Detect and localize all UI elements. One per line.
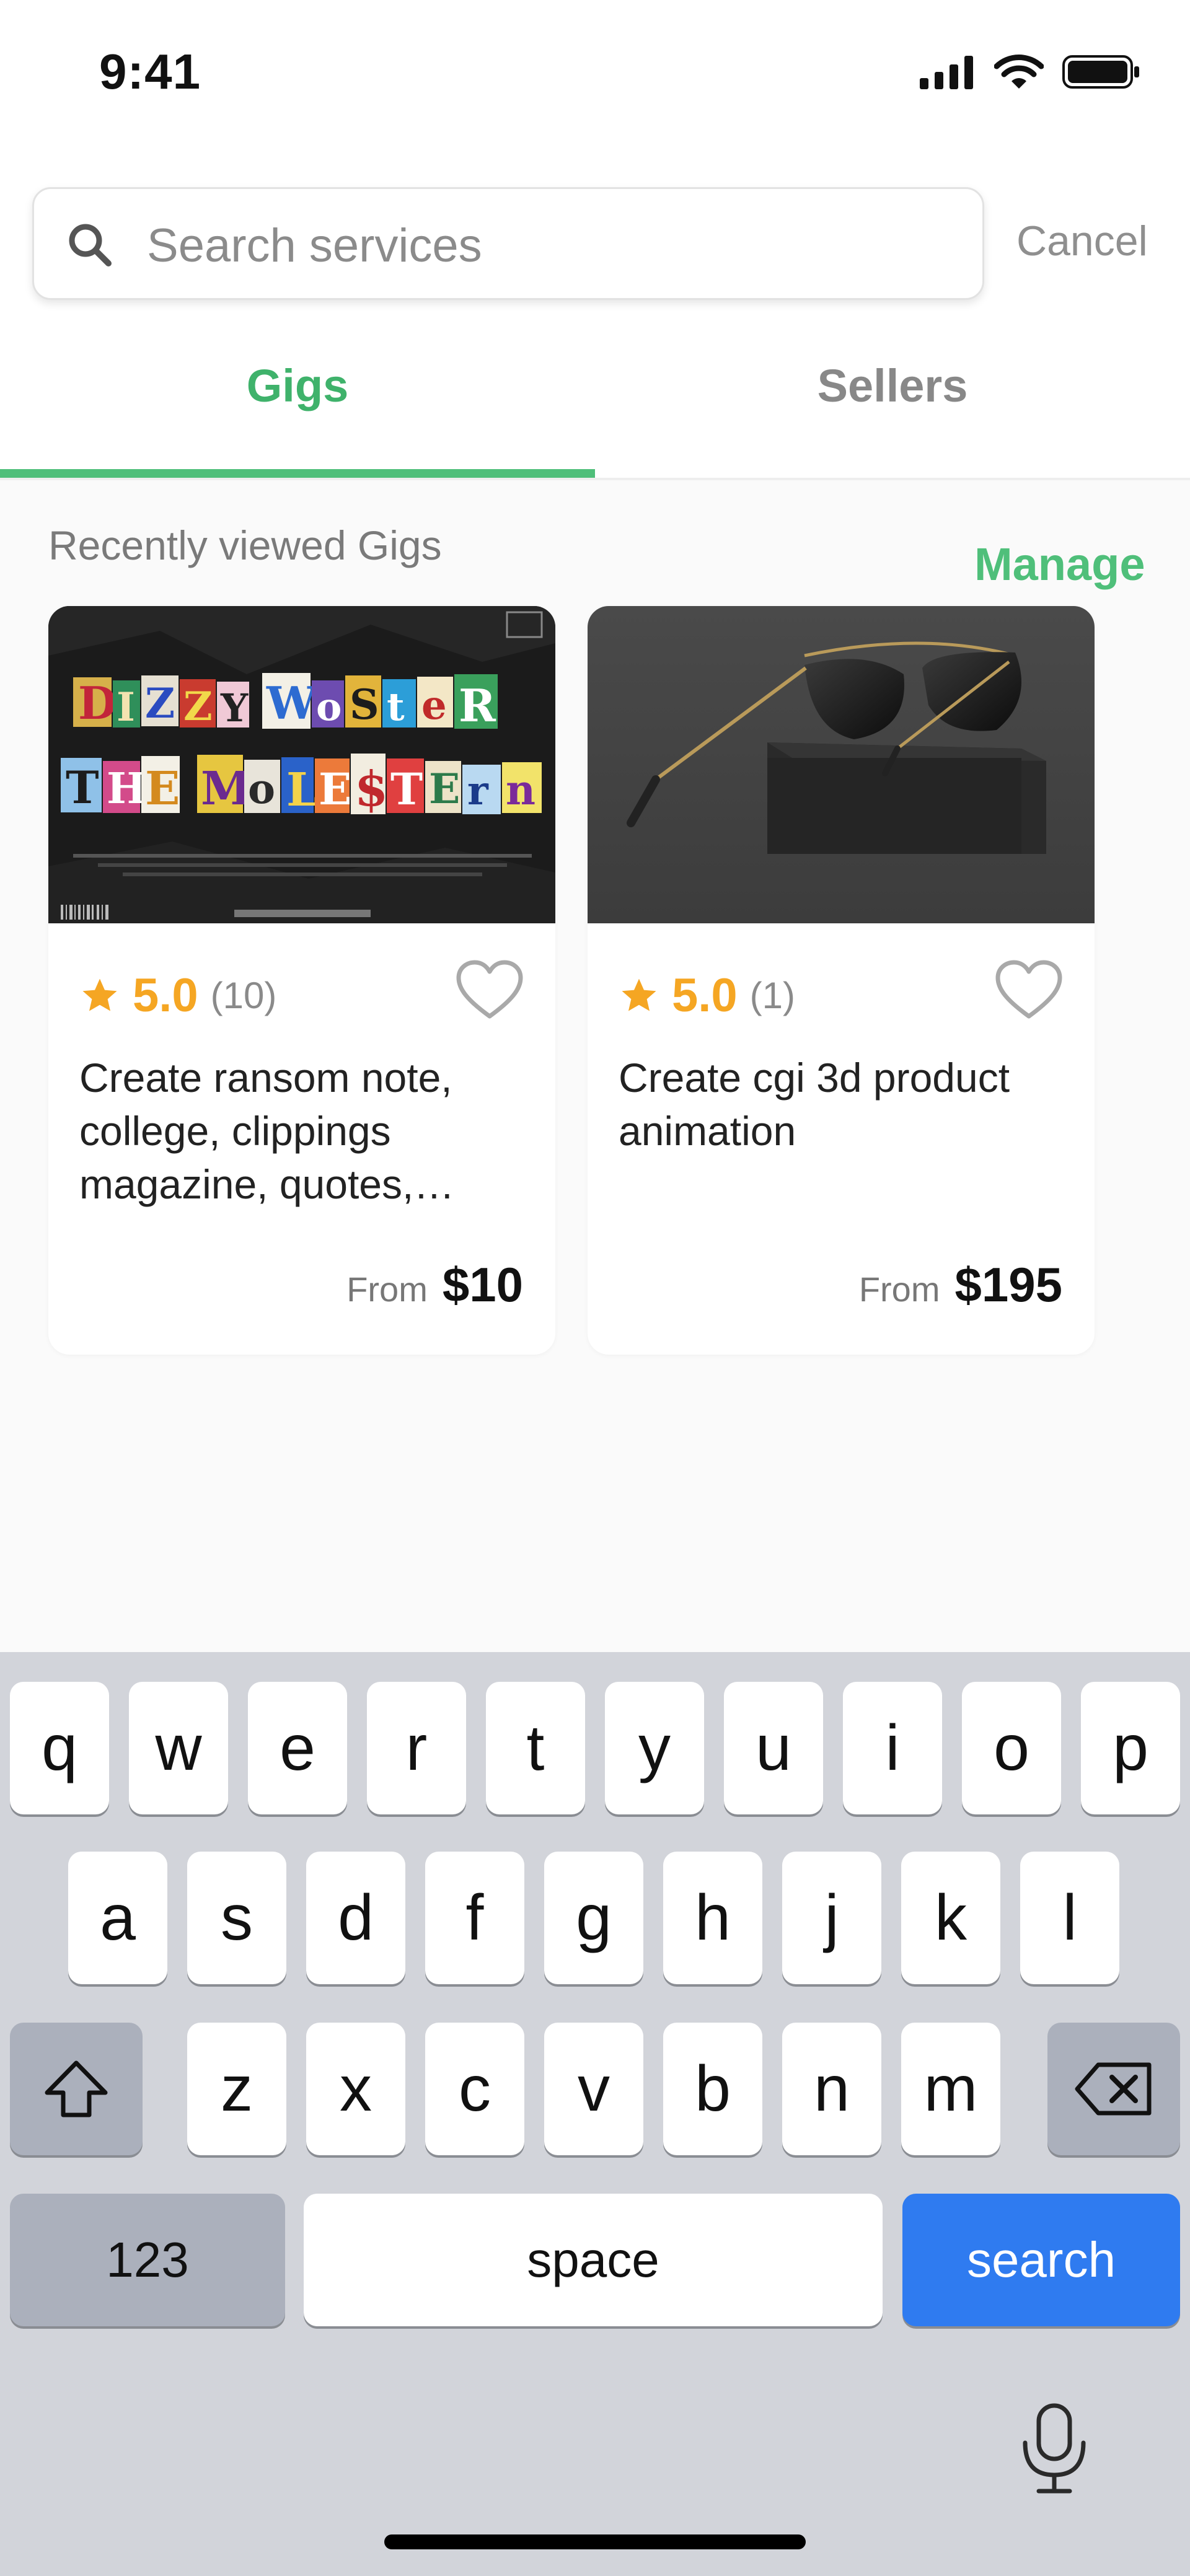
svg-text:T: T (390, 763, 423, 815)
svg-text:r: r (467, 768, 489, 814)
shift-icon (45, 2060, 108, 2117)
svg-text:T: T (66, 761, 99, 814)
key-v[interactable]: v (544, 2023, 643, 2155)
gig-rating: 5.0 (1) (619, 969, 795, 1022)
home-indicator (384, 2534, 806, 2549)
key-f[interactable]: f (425, 1852, 524, 1984)
space-key[interactable]: space (304, 2194, 883, 2326)
key-u[interactable]: u (724, 1682, 823, 1814)
key-a[interactable]: a (68, 1852, 167, 1984)
cellular-signal-icon (920, 56, 973, 89)
battery-icon (1062, 55, 1139, 89)
key-i[interactable]: i (843, 1682, 942, 1814)
tab-divider (0, 478, 1190, 480)
search-icon (69, 224, 112, 266)
svg-text:R: R (459, 679, 496, 732)
backspace-icon (1075, 2062, 1152, 2116)
key-g[interactable]: g (544, 1852, 643, 1984)
key-j[interactable]: j (782, 1852, 881, 1984)
svg-text:t: t (387, 684, 405, 729)
tab-sellers[interactable]: Sellers (595, 359, 1190, 412)
search-bar (32, 187, 984, 300)
svg-text:E: E (319, 763, 351, 815)
svg-text:o: o (248, 765, 275, 813)
star-icon (82, 978, 117, 1011)
delete-key[interactable] (1047, 2023, 1180, 2155)
tab-gigs[interactable]: Gigs (0, 359, 595, 412)
svg-text:S: S (350, 680, 379, 729)
rating-value: 5.0 (133, 969, 198, 1022)
numbers-key[interactable]: 123 (10, 2194, 285, 2326)
key-o[interactable]: o (962, 1682, 1061, 1814)
key-h[interactable]: h (663, 1852, 762, 1984)
svg-text:I: I (117, 684, 135, 731)
svg-text:o: o (316, 684, 342, 729)
svg-text:L: L (286, 763, 319, 817)
manage-button[interactable]: Manage (974, 538, 1145, 591)
svg-text:e: e (421, 682, 447, 729)
microphone-icon[interactable] (1020, 2402, 1088, 2495)
gig-card[interactable]: 5.0 (1) Create cgi 3d product animation … (588, 606, 1095, 1355)
key-b[interactable]: b (663, 2023, 762, 2155)
gig-title: Create ransom note, college, clippings m… (79, 1055, 452, 1207)
search-input[interactable] (146, 208, 954, 283)
key-n[interactable]: n (782, 2023, 881, 2155)
rating-value: 5.0 (672, 969, 738, 1022)
gig-price: From $195 (859, 1257, 1062, 1313)
key-s[interactable]: s (187, 1852, 286, 1984)
cancel-button[interactable]: Cancel (1016, 217, 1148, 265)
svg-text:D: D (78, 677, 117, 729)
svg-text:H: H (107, 764, 146, 814)
price-prefix: From (346, 1270, 428, 1309)
gig-card[interactable]: D I Z Z Y W o S t e R T H E M o L E $ T … (48, 606, 555, 1355)
key-q[interactable]: q (10, 1682, 109, 1814)
key-y[interactable]: y (605, 1682, 704, 1814)
key-c[interactable]: c (425, 2023, 524, 2155)
favorite-heart-icon[interactable] (455, 959, 524, 1021)
svg-text:Z: Z (145, 679, 175, 728)
svg-text:$: $ (355, 761, 388, 817)
status-icons (920, 53, 1140, 90)
gig-thumbnail: D I Z Z Y W o S t e R T H E M o L E $ T … (48, 606, 555, 923)
key-k[interactable]: k (901, 1852, 1000, 1984)
svg-text:W: W (266, 677, 317, 729)
search-key[interactable]: search (902, 2194, 1180, 2326)
key-t[interactable]: t (486, 1682, 585, 1814)
key-z[interactable]: z (187, 2023, 286, 2155)
favorite-heart-icon[interactable] (994, 959, 1064, 1021)
svg-text:M: M (201, 762, 252, 815)
key-d[interactable]: d (306, 1852, 405, 1984)
active-tab-indicator (0, 469, 595, 478)
key-e[interactable]: e (248, 1682, 347, 1814)
svg-text:E: E (145, 762, 180, 815)
price-value: $195 (954, 1257, 1062, 1312)
shift-key[interactable] (10, 2023, 143, 2155)
gig-title: Create cgi 3d product animation (619, 1055, 1010, 1154)
star-icon (622, 978, 656, 1011)
on-screen-keyboard: q w e r t y u i o p a s d f g h j k l z … (0, 1652, 1190, 2576)
key-x[interactable]: x (306, 2023, 405, 2155)
key-w[interactable]: w (129, 1682, 228, 1814)
key-r[interactable]: r (367, 1682, 466, 1814)
svg-text:Y: Y (220, 685, 249, 731)
svg-text:n: n (506, 766, 536, 814)
wifi-icon (994, 55, 1044, 89)
key-m[interactable]: m (901, 2023, 1000, 2155)
status-time: 9:41 (99, 44, 201, 99)
review-count: (1) (749, 975, 795, 1016)
price-prefix: From (858, 1270, 940, 1309)
gig-thumbnail (588, 606, 1095, 923)
section-title: Recently viewed Gigs (48, 522, 442, 568)
gig-price: From $10 (346, 1257, 523, 1313)
key-p[interactable]: p (1081, 1682, 1180, 1814)
header-area: 9:41 Cancel Gigs Sellers (0, 0, 1190, 480)
svg-text:E: E (429, 765, 460, 813)
svg-text:Z: Z (183, 684, 213, 730)
gig-rating: 5.0 (10) (79, 969, 276, 1022)
price-value: $10 (442, 1257, 523, 1312)
review-count: (10) (210, 975, 277, 1016)
key-l[interactable]: l (1020, 1852, 1119, 1984)
